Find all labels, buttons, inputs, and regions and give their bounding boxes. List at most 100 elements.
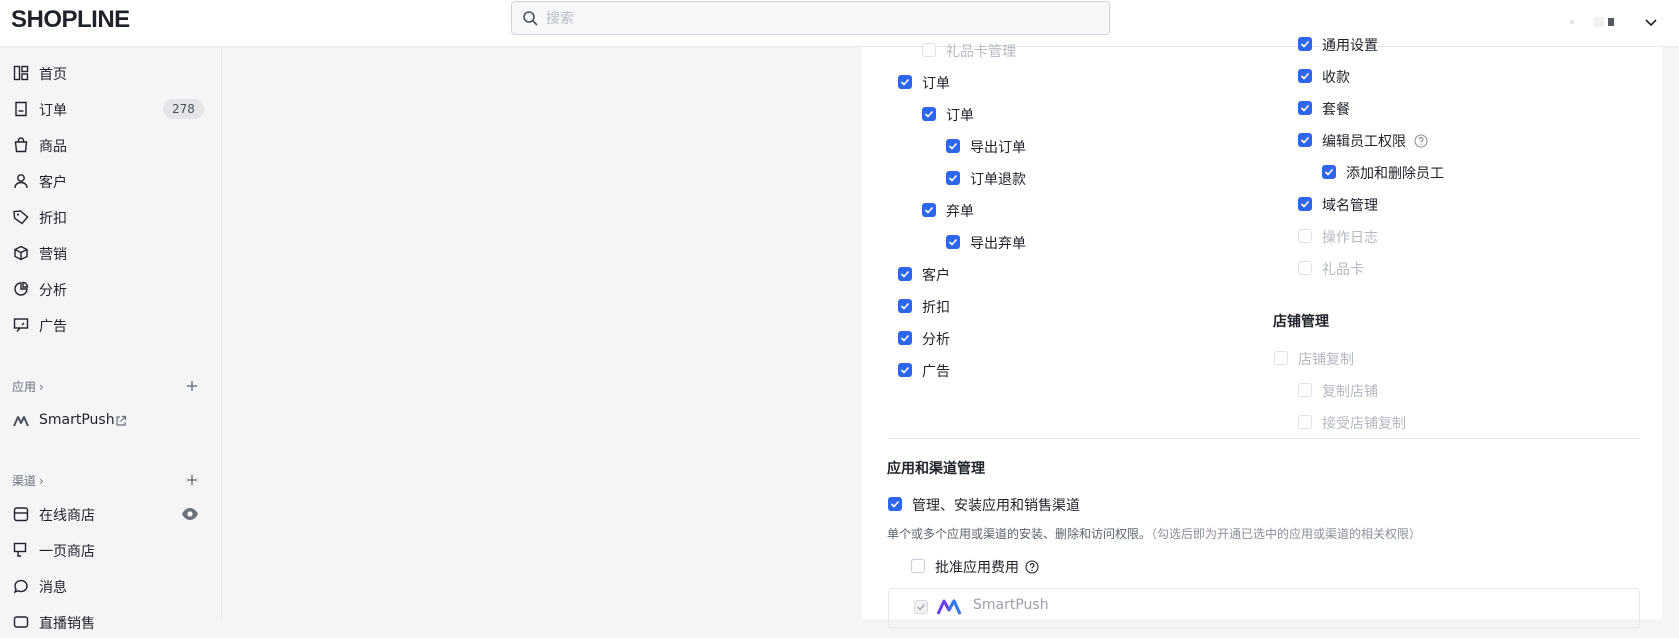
- checkbox-checked[interactable]: [898, 299, 912, 313]
- sidebar-item-label: 在线商店: [39, 508, 95, 524]
- checkbox[interactable]: [1274, 351, 1288, 365]
- checkbox-checked[interactable]: [888, 497, 902, 511]
- checkbox[interactable]: [1298, 415, 1312, 429]
- sidebar-app-smartpush[interactable]: SmartPush: [0, 405, 222, 437]
- sidebar: 首页 订单 278 商品 客户 折扣 营销 分析 广告 应用 › SmartPu…: [0, 47, 222, 632]
- chevron-down-icon[interactable]: [1643, 14, 1659, 30]
- check-icon: [900, 366, 910, 374]
- order-icon: [15, 101, 27, 117]
- checkbox-checked[interactable]: [946, 171, 960, 185]
- cube-icon: [14, 245, 28, 261]
- check-icon: [1300, 136, 1310, 144]
- check-icon: [948, 174, 958, 182]
- account-menu[interactable]: [1560, 10, 1660, 34]
- sidebar-item-customers[interactable]: 客户: [0, 165, 222, 197]
- live-icon: [13, 616, 29, 628]
- sidebar-item-label: 营销: [39, 247, 67, 263]
- checkbox-checked[interactable]: [898, 267, 912, 281]
- section-divider: [888, 438, 1640, 439]
- checkbox[interactable]: [911, 559, 925, 573]
- add-channel-icon[interactable]: [184, 472, 200, 488]
- check-icon: [1300, 200, 1310, 208]
- sidebar-item-analytics[interactable]: 分析: [0, 273, 222, 305]
- sidebar-item-label: 首页: [39, 67, 67, 83]
- search-icon: [523, 11, 538, 26]
- search-input[interactable]: [544, 2, 1098, 36]
- sidebar-item-discounts[interactable]: 折扣: [0, 201, 222, 233]
- account-name-redacted: [1570, 17, 1614, 27]
- check-icon: [900, 270, 910, 278]
- sidebar-channel-live-selling[interactable]: 直播销售: [0, 606, 222, 638]
- sidebar-item-label: 广告: [39, 319, 67, 335]
- checkbox[interactable]: [1298, 383, 1312, 397]
- checkbox-checked[interactable]: [1298, 37, 1312, 51]
- checkbox-checked[interactable]: [1298, 197, 1312, 211]
- app-channel-description: 单个或多个应用或渠道的安装、删除和访问权限。（勾选后即为开通已选中的应用或渠道的…: [887, 527, 1422, 541]
- sidebar-item-label: SmartPush: [39, 412, 115, 428]
- ad-icon: [13, 318, 29, 332]
- checkbox-checked[interactable]: [898, 75, 912, 89]
- checkbox-checked[interactable]: [1298, 133, 1312, 147]
- chevron-right-icon: ›: [39, 380, 44, 394]
- sidebar-item-orders[interactable]: 订单 278: [0, 93, 222, 125]
- sidebar-item-label: 分析: [39, 283, 67, 299]
- sidebar-item-ads[interactable]: 广告: [0, 309, 222, 341]
- app-name: SmartPush: [973, 597, 1049, 613]
- check-icon: [924, 110, 934, 118]
- app-row-smartpush: SmartPush: [888, 588, 1640, 628]
- sidebar-item-products[interactable]: 商品: [0, 129, 222, 161]
- sidebar-channel-online-store[interactable]: 在线商店: [0, 498, 222, 530]
- sidebar-item-label: 消息: [39, 580, 67, 596]
- one-page-store-icon: [13, 542, 27, 557]
- checkbox-checked[interactable]: [946, 139, 960, 153]
- check-icon: [1300, 72, 1310, 80]
- check-icon: [916, 603, 926, 611]
- sidebar-channel-messages[interactable]: 消息: [0, 570, 222, 602]
- chart-icon: [14, 281, 29, 296]
- checkbox-checked[interactable]: [898, 363, 912, 377]
- home-icon: [13, 65, 29, 81]
- checkbox-checked[interactable]: [946, 235, 960, 249]
- check-icon: [900, 302, 910, 310]
- checkbox-checked[interactable]: [898, 331, 912, 345]
- tag-icon: [13, 210, 29, 225]
- checkbox-checked[interactable]: [1322, 165, 1336, 179]
- checkbox-checked[interactable]: [922, 203, 936, 217]
- order-count-badge: 278: [163, 99, 204, 119]
- search-box[interactable]: [511, 1, 1110, 36]
- sidebar-item-home[interactable]: 首页: [0, 57, 222, 89]
- checkbox[interactable]: [1298, 229, 1312, 243]
- message-icon: [13, 579, 28, 594]
- external-link-icon: [116, 415, 127, 426]
- check-icon: [1324, 168, 1334, 176]
- smartpush-logo-icon: [937, 599, 962, 615]
- chevron-right-icon: ›: [39, 474, 44, 488]
- eye-icon[interactable]: [181, 505, 199, 523]
- customer-icon: [14, 174, 28, 189]
- help-icon[interactable]: [1025, 560, 1039, 574]
- help-icon[interactable]: [1414, 134, 1428, 148]
- checkbox-checked[interactable]: [1298, 69, 1312, 83]
- checkbox[interactable]: [1298, 261, 1312, 275]
- app-channel-title: 应用和渠道管理: [887, 461, 985, 477]
- bag-icon: [14, 137, 28, 153]
- checkbox[interactable]: [922, 43, 936, 57]
- smartpush-icon: [13, 416, 29, 427]
- sidebar-item-marketing[interactable]: 营销: [0, 237, 222, 269]
- check-icon: [1300, 104, 1310, 112]
- apps-section-header[interactable]: 应用 ›: [12, 378, 44, 395]
- checkbox-disabled-checked[interactable]: [914, 600, 928, 614]
- checkbox-checked[interactable]: [922, 107, 936, 121]
- checkbox-checked[interactable]: [1298, 101, 1312, 115]
- check-icon: [924, 206, 934, 214]
- check-icon: [1300, 40, 1310, 48]
- sidebar-channel-one-page-store[interactable]: 一页商店: [0, 534, 222, 566]
- check-icon: [948, 238, 958, 246]
- sidebar-item-label: 直播销售: [39, 616, 95, 632]
- add-app-icon[interactable]: [184, 378, 200, 394]
- check-icon: [900, 78, 910, 86]
- check-icon: [890, 500, 900, 508]
- shopline-logo[interactable]: SHOPLINE: [11, 6, 130, 34]
- channels-section-header[interactable]: 渠道 ›: [12, 472, 44, 489]
- top-bar: SHOPLINE: [0, 0, 1679, 47]
